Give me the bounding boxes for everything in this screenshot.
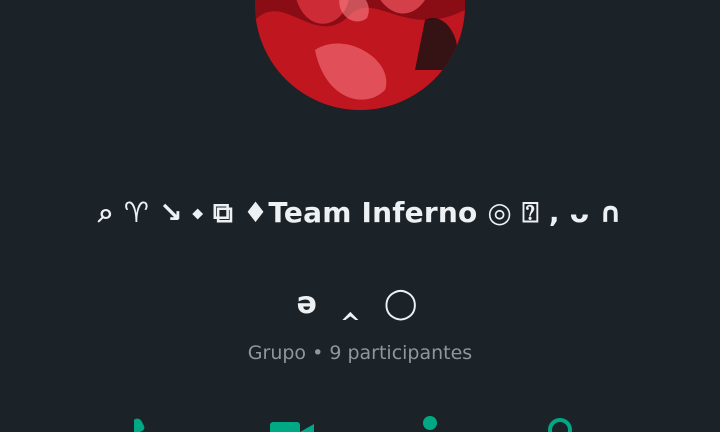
group-participant-count: Grupo • 9 participantes <box>247 342 473 364</box>
call-button[interactable] <box>112 410 172 432</box>
add-participant-icon <box>423 416 437 430</box>
action-bar <box>0 410 720 432</box>
group-avatar[interactable] <box>255 0 465 110</box>
group-info-screen: ⌕ ♈ ↘ ⬩ ⧉ ♦Team Inferno ◎ ⍰ , ᴗ ∩ ә ‸ ◯ … <box>0 0 720 432</box>
avatar-image <box>255 0 465 110</box>
group-name: ⌕ ♈ ↘ ⬩ ⧉ ♦Team Inferno ◎ ⍰ , ᴗ ∩ <box>97 196 623 229</box>
call-icon <box>134 418 145 432</box>
search-icon <box>548 418 572 432</box>
group-name-continued: ә ‸ ◯ <box>296 286 424 321</box>
search-button[interactable] <box>530 410 590 432</box>
video-call-button[interactable] <box>266 410 326 432</box>
add-participant-button[interactable] <box>400 410 460 432</box>
video-icon <box>270 422 314 432</box>
